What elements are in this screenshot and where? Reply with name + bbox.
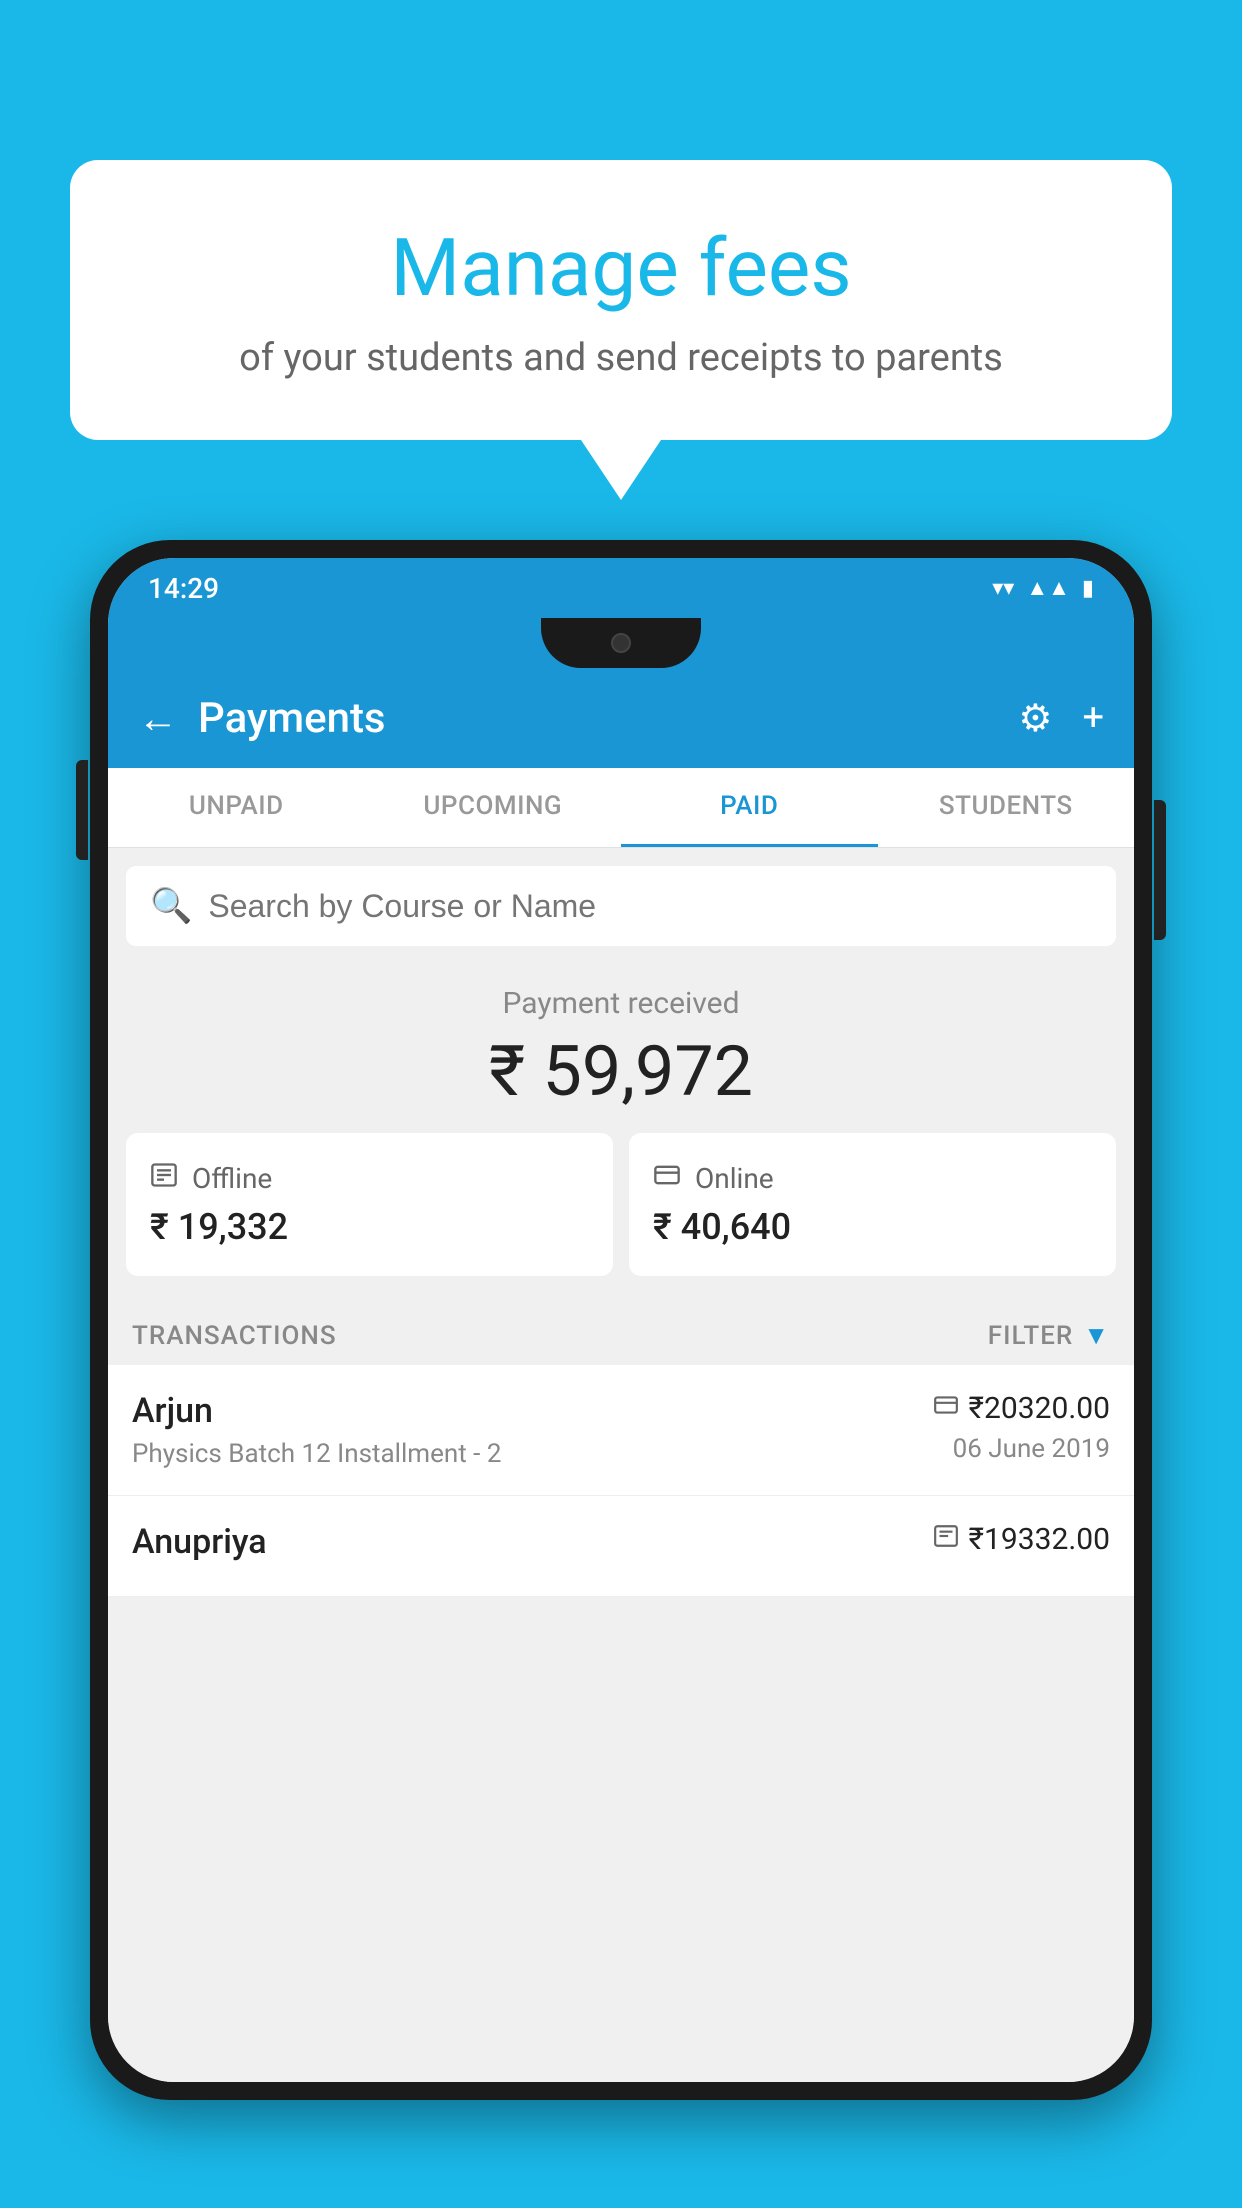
wifi-icon: ▾▾ [992, 576, 1014, 601]
settings-icon[interactable]: ⚙ [1018, 696, 1052, 741]
transaction-row-arjun[interactable]: Arjun Physics Batch 12 Installment - 2 [108, 1365, 1134, 1496]
card-payment-icon-arjun [933, 1392, 959, 1425]
phone-outer: 14:29 ▾▾ ▲▲ ▮ ← Payments ⚙ + [90, 540, 1152, 2100]
offline-amount: ₹ 19,332 [150, 1206, 589, 1248]
payment-received-section: Payment received ₹ 59,972 [108, 946, 1134, 1133]
offline-payment-icon-anupriya [933, 1523, 959, 1556]
speech-bubble: Manage fees of your students and send re… [70, 160, 1172, 440]
filter-icon: ▼ [1083, 1320, 1110, 1351]
offline-card-header: Offline [150, 1161, 589, 1196]
speech-bubble-tail [581, 440, 661, 500]
online-payment-card: Online ₹ 40,640 [629, 1133, 1116, 1276]
tab-paid[interactable]: PAID [621, 768, 878, 847]
online-amount: ₹ 40,640 [653, 1206, 1092, 1248]
tab-students[interactable]: STUDENTS [878, 768, 1135, 847]
signal-icon: ▲▲ [1026, 575, 1070, 601]
speech-bubble-subtitle: of your students and send receipts to pa… [150, 336, 1092, 380]
back-button[interactable]: ← [138, 695, 178, 742]
status-icons: ▾▾ ▲▲ ▮ [992, 575, 1094, 601]
search-container[interactable]: 🔍 [126, 866, 1116, 946]
transaction-amount-anupriya: ₹19332.00 [969, 1522, 1110, 1557]
camera-dot [611, 633, 631, 653]
app-title: Payments [198, 694, 1018, 743]
transaction-right-arjun: ₹20320.00 06 June 2019 [933, 1391, 1110, 1464]
online-label: Online [695, 1162, 774, 1195]
transaction-course-arjun: Physics Batch 12 Installment - 2 [132, 1439, 933, 1469]
transaction-row-anupriya[interactable]: Anupriya ₹19332.00 [108, 1496, 1134, 1597]
speech-bubble-container: Manage fees of your students and send re… [70, 160, 1172, 500]
tab-unpaid[interactable]: UNPAID [108, 768, 365, 847]
content-area: 🔍 Payment received ₹ 59,972 [108, 848, 1134, 2082]
battery-icon: ▮ [1082, 576, 1094, 601]
tab-upcoming[interactable]: UPCOMING [365, 768, 622, 847]
filter-label: FILTER [988, 1321, 1073, 1351]
transaction-amount-row-arjun: ₹20320.00 [933, 1391, 1110, 1426]
payment-breakdown: Offline ₹ 19,332 Online [108, 1133, 1134, 1300]
transactions-label: TRANSACTIONS [132, 1321, 337, 1351]
offline-icon [150, 1161, 178, 1196]
online-card-header: Online [653, 1161, 1092, 1196]
speech-bubble-title: Manage fees [150, 220, 1092, 316]
app-bar: ← Payments ⚙ + [108, 668, 1134, 768]
phone-screen: 14:29 ▾▾ ▲▲ ▮ ← Payments ⚙ + [108, 558, 1134, 2082]
transaction-date-arjun: 06 June 2019 [953, 1434, 1110, 1464]
transaction-name-anupriya: Anupriya [132, 1522, 933, 1562]
tabs-container: UNPAID UPCOMING PAID STUDENTS [108, 768, 1134, 848]
transaction-amount-row-anupriya: ₹19332.00 [933, 1522, 1110, 1557]
online-icon [653, 1161, 681, 1196]
transactions-header: TRANSACTIONS FILTER ▼ [108, 1300, 1134, 1365]
offline-payment-card: Offline ₹ 19,332 [126, 1133, 613, 1276]
transaction-left-arjun: Arjun Physics Batch 12 Installment - 2 [132, 1391, 933, 1469]
transaction-left-anupriya: Anupriya [132, 1522, 933, 1570]
search-icon: 🔍 [150, 886, 192, 926]
status-bar: 14:29 ▾▾ ▲▲ ▮ [108, 558, 1134, 618]
status-time: 14:29 [148, 572, 219, 605]
phone-container: 14:29 ▾▾ ▲▲ ▮ ← Payments ⚙ + [90, 540, 1152, 2208]
search-input[interactable] [208, 888, 1092, 925]
payment-received-label: Payment received [138, 986, 1104, 1021]
app-bar-actions: ⚙ + [1018, 696, 1104, 741]
transaction-name-arjun: Arjun [132, 1391, 933, 1431]
transaction-amount-arjun: ₹20320.00 [969, 1391, 1110, 1426]
add-icon[interactable]: + [1082, 696, 1104, 740]
transaction-right-anupriya: ₹19332.00 [933, 1522, 1110, 1557]
filter-button[interactable]: FILTER ▼ [988, 1320, 1110, 1351]
payment-total-amount: ₹ 59,972 [138, 1031, 1104, 1113]
notch [541, 618, 701, 668]
notch-bar [108, 618, 1134, 668]
offline-label: Offline [192, 1162, 272, 1195]
